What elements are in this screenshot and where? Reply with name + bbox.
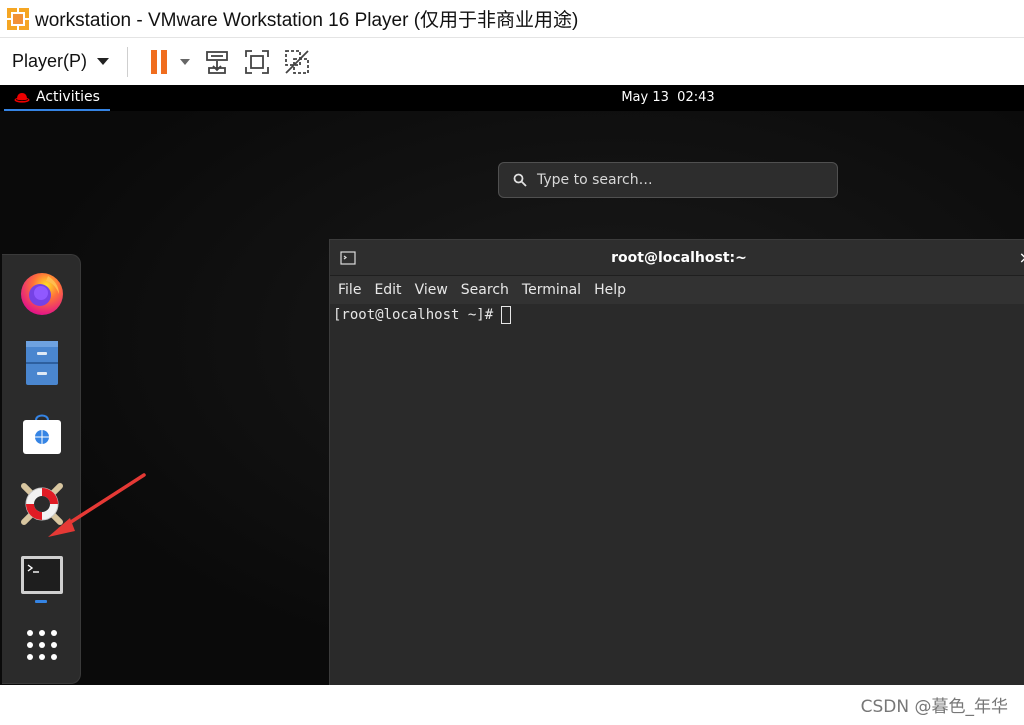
- dash-item-firefox[interactable]: [18, 268, 66, 316]
- show-applications-button[interactable]: [18, 621, 66, 669]
- pause-icon: [149, 49, 169, 74]
- toolbar-divider: [127, 46, 129, 77]
- software-bag-icon: [23, 414, 61, 454]
- firefox-icon: [21, 273, 63, 315]
- dash-item-files[interactable]: [18, 339, 66, 387]
- menu-edit[interactable]: Edit: [374, 282, 401, 298]
- guest-screen[interactable]: Activities May 13 02:43 Type to search…: [0, 85, 1024, 725]
- dash-item-software[interactable]: [18, 410, 66, 458]
- text-cursor: [501, 306, 512, 324]
- window-title: workstation - VMware Workstation 16 Play…: [35, 10, 579, 31]
- unity-button[interactable]: [280, 45, 314, 79]
- vmware-logo-icon: [4, 5, 32, 33]
- unity-icon: [285, 49, 309, 74]
- terminal-headerbar[interactable]: root@localhost:~ ×: [330, 240, 1024, 276]
- clock-time: 02:43: [677, 90, 715, 105]
- send-ctrl-alt-del-button[interactable]: [200, 45, 234, 79]
- search-input[interactable]: Type to search…: [498, 162, 838, 198]
- menu-view[interactable]: View: [415, 282, 448, 298]
- chevron-down-icon: [97, 58, 110, 65]
- prompt-line: [root@localhost ~]#: [330, 304, 1024, 324]
- clock-date: May 13: [621, 90, 669, 105]
- fullscreen-icon: [245, 49, 269, 74]
- shell-prompt: [root@localhost ~]#: [333, 307, 494, 323]
- terminal-menu-icon[interactable]: [340, 251, 356, 265]
- app-grid-icon: [27, 630, 57, 660]
- pause-options-chevron-icon[interactable]: [180, 58, 191, 65]
- terminal-icon: [21, 556, 63, 594]
- search-placeholder: Type to search…: [537, 172, 653, 188]
- fullscreen-button[interactable]: [240, 45, 274, 79]
- terminal-window[interactable]: root@localhost:~ × File Edit View Search…: [329, 239, 1024, 722]
- gnome-top-bar: Activities May 13 02:43: [0, 85, 1024, 111]
- menu-search[interactable]: Search: [461, 282, 509, 298]
- send-ctrl-alt-del-icon: [206, 50, 228, 74]
- annotation-arrow-icon: [48, 473, 146, 537]
- window-titlebar: workstation - VMware Workstation 16 Play…: [0, 0, 1024, 37]
- player-menu-label: Player(P): [12, 51, 88, 71]
- terminal-title: root@localhost:~: [611, 249, 747, 266]
- watermark: CSDN @暮色_年华: [860, 697, 1008, 717]
- menu-terminal[interactable]: Terminal: [522, 282, 581, 298]
- bottom-strip: CSDN @暮色_年华: [0, 685, 1024, 725]
- dash: [2, 254, 81, 684]
- files-icon: [26, 341, 58, 385]
- search-icon: [513, 173, 527, 187]
- clock[interactable]: May 13 02:43: [0, 85, 1024, 111]
- activities-overview: Type to search… root@localhost:~ File Ed…: [0, 111, 1024, 722]
- player-toolbar: Player(P): [0, 37, 1024, 85]
- player-menu-button[interactable]: Player(P): [12, 38, 110, 85]
- dash-item-terminal[interactable]: [18, 551, 66, 599]
- menu-help[interactable]: Help: [594, 282, 626, 298]
- menu-file[interactable]: File: [338, 282, 361, 298]
- terminal-body[interactable]: [root@localhost ~]#: [330, 304, 1024, 721]
- pause-button[interactable]: [142, 45, 176, 79]
- running-indicator: [35, 600, 47, 603]
- terminal-menubar: File Edit View Search Terminal Help: [330, 276, 1024, 304]
- close-icon[interactable]: ×: [1019, 248, 1024, 267]
